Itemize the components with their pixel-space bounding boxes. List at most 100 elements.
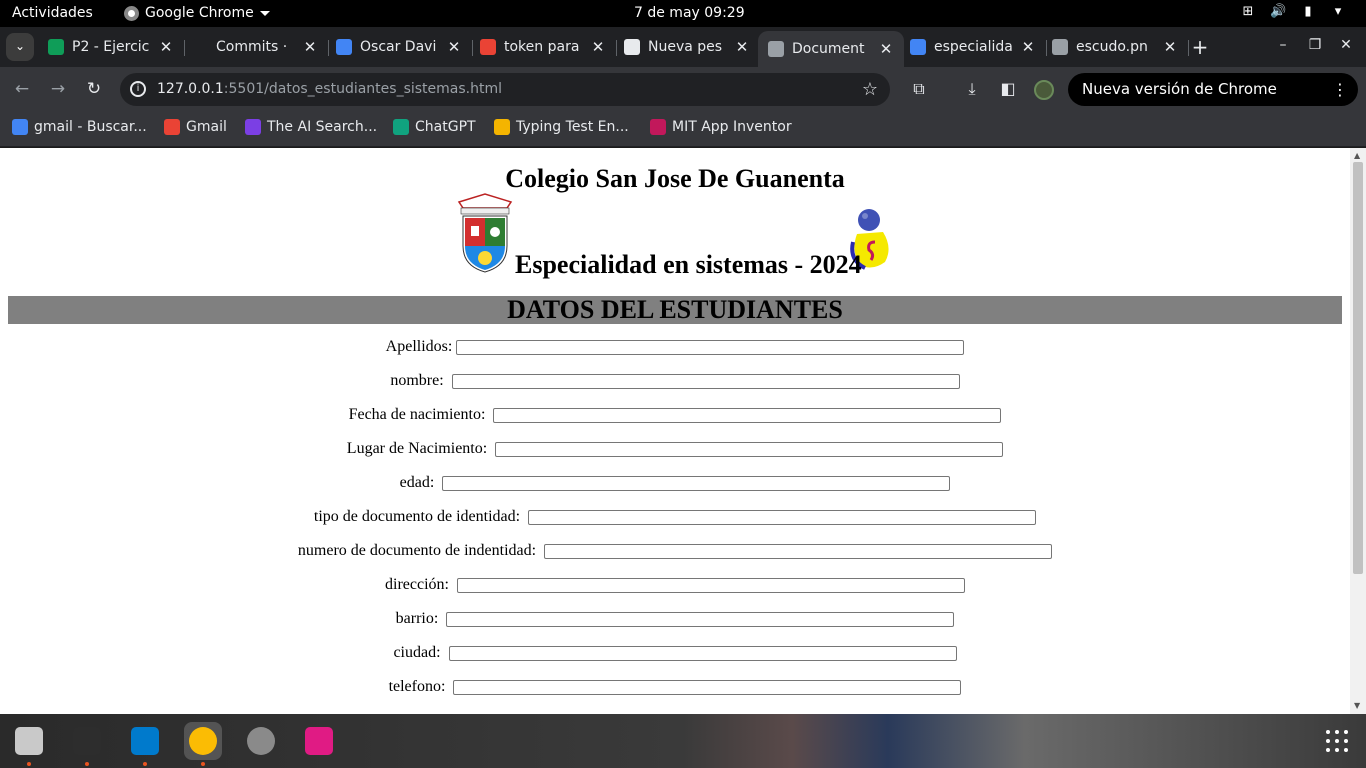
screenshot-app[interactable] [300, 722, 338, 760]
close-icon[interactable]: ✕ [590, 38, 606, 56]
screenshot-icon [305, 727, 333, 755]
bookmark-item[interactable]: Gmail [164, 119, 227, 135]
bookmark-star-icon[interactable]: ☆ [862, 79, 878, 100]
close-icon[interactable]: ✕ [158, 38, 174, 56]
network-icon[interactable]: ⊞ [1240, 4, 1256, 20]
bookmark-label: gmail - Buscar... [34, 119, 147, 135]
bookmark-item[interactable]: gmail - Buscar... [12, 119, 147, 135]
bookmark-label: MIT App Inventor [672, 119, 792, 135]
field-input[interactable] [495, 441, 1004, 457]
show-apps-icon[interactable] [1326, 730, 1348, 752]
system-tray[interactable]: ⊞ 🔊 ▮ ▾ [1240, 4, 1346, 20]
vscode-app[interactable] [126, 722, 164, 760]
url-host: 127.0.0.1 [157, 81, 224, 97]
tab-3[interactable]: token para ✕ [470, 31, 617, 63]
minimize-button[interactable]: – [1273, 37, 1293, 53]
field-label: edad: [399, 474, 439, 491]
download-icon[interactable]: ⤓ [961, 79, 983, 99]
side-panel-icon[interactable]: ◧ [997, 79, 1019, 98]
page-scrollbar[interactable]: ▲ ▼ [1350, 148, 1366, 714]
reload-button[interactable]: ↻ [83, 79, 105, 99]
specialty-title: Especialidad en sistemas - 2024 [515, 250, 862, 279]
chevron-down-icon[interactable]: ▾ [1330, 4, 1346, 20]
field-input[interactable] [544, 543, 1053, 559]
back-button[interactable]: ← [11, 79, 33, 99]
bookmark-item[interactable]: MIT App Inventor [650, 119, 792, 135]
field-label: dirección: [385, 576, 453, 593]
terminal-app[interactable] [68, 722, 106, 760]
close-icon[interactable]: ✕ [446, 38, 462, 56]
close-icon[interactable]: ✕ [734, 38, 750, 56]
field-label: ciudad: [393, 644, 445, 661]
tab-5[interactable]: Document ✕ [758, 31, 904, 67]
form-row: telefono: [0, 678, 1350, 696]
volume-icon[interactable]: 🔊 [1270, 4, 1286, 20]
field-input[interactable] [446, 611, 955, 627]
tab-1[interactable]: Commits · ✕ [182, 31, 329, 63]
close-icon[interactable]: ✕ [878, 40, 894, 58]
tab-title: Nueva pes [648, 39, 723, 55]
form-row: tipo de documento de identidad: [0, 508, 1350, 526]
clock[interactable]: 7 de may 09:29 [634, 5, 745, 21]
extensions-icon[interactable]: ⧉ [908, 79, 930, 99]
profile-avatar[interactable] [1034, 80, 1054, 100]
settings-icon [247, 727, 275, 755]
bookmark-favicon-icon [12, 119, 28, 135]
bookmark-item[interactable]: The AI Search... [245, 119, 377, 135]
field-input[interactable] [451, 373, 960, 389]
files-icon [15, 727, 43, 755]
scroll-up-arrow[interactable]: ▲ [1354, 151, 1360, 160]
tab-title: Oscar Davi [360, 39, 437, 55]
site-info-icon[interactable]: i [130, 81, 146, 97]
settings-app[interactable] [242, 722, 280, 760]
close-icon[interactable]: ✕ [1162, 38, 1178, 56]
scrollbar-thumb[interactable] [1353, 162, 1363, 574]
new-tab-button[interactable]: + [1188, 35, 1212, 59]
running-indicator [27, 762, 31, 766]
tab-2[interactable]: Oscar Davi ✕ [326, 31, 473, 63]
field-input[interactable] [448, 645, 957, 661]
app-menu[interactable]: Google Chrome [124, 5, 270, 21]
chrome-app[interactable] [184, 722, 222, 760]
address-bar[interactable]: i 127.0.0.1:5501/datos_estudiantes_siste… [120, 73, 890, 106]
files-app[interactable] [10, 722, 48, 760]
tab-7[interactable]: escudo.pn ✕ [1042, 31, 1189, 63]
form-row: nombre: [0, 372, 1350, 390]
form-row: edad: [0, 474, 1350, 492]
bookmark-item[interactable]: ChatGPT [393, 119, 476, 135]
section-banner: DATOS DEL ESTUDIANTES [8, 296, 1342, 324]
tab-strip: ⌄ P2 - Ejercic ✕ Commits · ✕ Oscar Davi ✕ tok… [0, 27, 1366, 67]
tab-title: especialida [934, 39, 1013, 55]
tab-0[interactable]: P2 - Ejercic ✕ [38, 31, 185, 63]
battery-icon[interactable]: ▮ [1300, 4, 1316, 20]
chrome-update-button[interactable]: Nueva versión de Chrome disponible ⋮ [1068, 73, 1358, 131]
bookmarks-bar: gmail - Buscar... Gmail The AI Search... Ch… [0, 112, 1366, 147]
close-icon[interactable]: ✕ [1020, 38, 1036, 56]
more-menu-icon[interactable]: ⋮ [1332, 73, 1348, 106]
field-input[interactable] [528, 509, 1037, 525]
close-icon[interactable]: ✕ [302, 38, 318, 56]
field-input[interactable] [493, 407, 1002, 423]
tab-search-button[interactable]: ⌄ [6, 33, 34, 61]
tab-title: token para [504, 39, 580, 55]
scroll-down-arrow[interactable]: ▼ [1354, 701, 1360, 710]
field-input[interactable] [442, 475, 951, 491]
bookmark-item[interactable]: Typing Test En... [494, 119, 629, 135]
field-input[interactable] [456, 577, 965, 593]
dock [0, 714, 1366, 768]
form-row: barrio: [0, 610, 1350, 628]
url-text[interactable]: 127.0.0.1:5501/datos_estudiantes_sistema… [157, 81, 502, 97]
globe-icon [1052, 39, 1068, 55]
close-window-button[interactable]: ✕ [1336, 37, 1356, 53]
school-crest-image [457, 193, 513, 273]
field-input[interactable] [453, 679, 962, 695]
tab-6[interactable]: especialida ✕ [900, 31, 1047, 63]
forward-button[interactable]: → [47, 79, 69, 99]
activities-button[interactable]: Actividades [12, 5, 93, 21]
url-path: :5501/datos_estudiantes_sistemas.html [223, 81, 502, 97]
bookmark-label: Typing Test En... [516, 119, 629, 135]
maximize-button[interactable]: ❐ [1305, 37, 1325, 53]
field-input[interactable] [456, 339, 965, 355]
tab-4[interactable]: Nueva pes ✕ [614, 31, 761, 63]
running-indicator [201, 762, 205, 766]
